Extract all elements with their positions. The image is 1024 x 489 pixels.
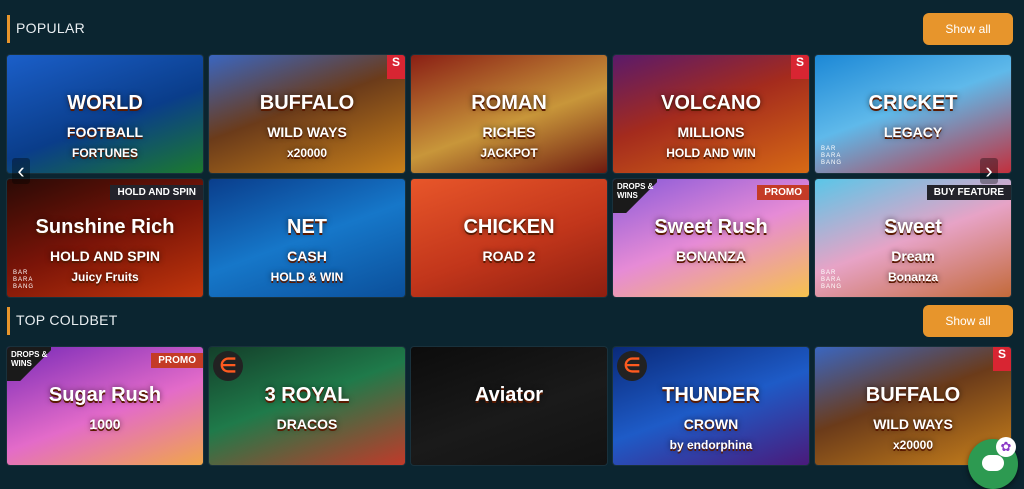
game-subtitle: FOOTBALL (66, 124, 144, 140)
drops-wins-badge: DROPS & WINS (613, 179, 657, 213)
carousel-prev-arrow[interactable]: ‹ (12, 158, 30, 184)
game-subtitle: CROWN (683, 416, 739, 432)
game-tile[interactable]: Sunshine Rich HOLD AND SPIN Juicy Fruits HO… (7, 179, 203, 297)
game-tile[interactable]: Sweet Dream Bonanza BUY FEATURE BAR BARA BAN… (815, 179, 1011, 297)
game-tagline: by endorphina (669, 438, 753, 452)
drops-wins-badge: DROPS & WINS (7, 347, 51, 381)
game-subtitle: LEGACY (883, 124, 943, 140)
game-tagline: HOLD & WIN (270, 270, 344, 284)
game-tagline: FORTUNES (72, 146, 138, 160)
game-title: CHICKEN (463, 216, 555, 238)
section-header: TOP COLDBET Show all (0, 305, 1024, 339)
provider-logo-icon: S (387, 55, 405, 79)
show-all-button[interactable]: Show all (923, 13, 1013, 45)
endorphina-logo-icon: ∈ (213, 351, 243, 381)
game-subtitle: MILLIONS (677, 124, 745, 140)
provider-brand-mark: BAR BARA BANG (13, 270, 35, 290)
game-tagline: HOLD AND WIN (666, 146, 756, 160)
section-title: POPULAR (16, 20, 86, 36)
game-ribbon-badge: BUY FEATURE (926, 185, 1011, 200)
game-subtitle: 1000 (89, 416, 121, 432)
provider-logo-icon: S (791, 55, 809, 79)
game-subtitle: Dream (891, 248, 935, 264)
game-title: VOLCANO (661, 92, 761, 114)
game-tagline: x20000 (286, 146, 328, 160)
game-ribbon-badge: PROMO (151, 353, 203, 368)
game-tile[interactable]: VOLCANO MILLIONS HOLD AND WIN S (613, 55, 809, 173)
game-title: Aviator (474, 384, 544, 406)
game-title: 3 ROYAL (264, 384, 350, 406)
game-subtitle: WILD WAYS (267, 124, 347, 140)
game-tile[interactable]: Aviator (411, 347, 607, 465)
endorphina-logo-icon: ∈ (617, 351, 647, 381)
game-tile[interactable]: THUNDER CROWN by endorphina ∈ (613, 347, 809, 465)
game-subtitle: DRACOS (276, 416, 338, 432)
game-subtitle: WILD WAYS (873, 416, 953, 432)
game-title: CRICKET (868, 92, 958, 114)
game-tile[interactable]: WORLD FOOTBALL FORTUNES (7, 55, 203, 173)
provider-brand-mark: BAR BARA BANG (821, 270, 843, 290)
game-tile[interactable]: CRICKET LEGACY BAR BARA BANG (815, 55, 1011, 173)
game-title: NET (287, 216, 327, 238)
game-grid: WORLD FOOTBALL FORTUNES BUFFALO WILD WAYS x20… (7, 55, 1017, 297)
game-subtitle: CASH (287, 248, 327, 264)
game-title: Sugar Rush (48, 384, 162, 406)
game-subtitle: ROAD 2 (482, 248, 536, 264)
brain-icon: ✿ (996, 437, 1016, 457)
game-tagline: JACKPOT (480, 146, 538, 160)
game-title: Sweet Rush (654, 216, 768, 238)
provider-logo-icon: S (993, 347, 1011, 371)
game-title: Sunshine Rich (35, 216, 175, 238)
game-tile[interactable]: 3 ROYAL DRACOS ∈ (209, 347, 405, 465)
game-ribbon-badge: PROMO (757, 185, 809, 200)
section-accent-bar (7, 307, 10, 335)
section-header: POPULAR Show all (0, 13, 1024, 47)
game-title: ROMAN (471, 92, 547, 114)
game-subtitle: HOLD AND SPIN (50, 248, 160, 264)
game-tile[interactable]: Sweet Rush BONANZA PROMO DROPS & WINS (613, 179, 809, 297)
game-tile[interactable]: NET CASH HOLD & WIN (209, 179, 405, 297)
game-grid: Sugar Rush 1000 PROMO DROPS & WINS 3 ROYAL DR… (7, 347, 1017, 487)
game-tile[interactable]: ROMAN RICHES JACKPOT (411, 55, 607, 173)
game-title: BUFFALO (865, 384, 961, 406)
provider-brand-mark: BAR BARA BANG (821, 146, 843, 166)
game-subtitle: BONANZA (676, 248, 746, 264)
carousel-next-arrow[interactable]: › (980, 158, 998, 184)
game-tile[interactable]: CHICKEN ROAD 2 (411, 179, 607, 297)
game-tile[interactable]: Sugar Rush 1000 PROMO DROPS & WINS (7, 347, 203, 465)
chat-bubble-icon (982, 455, 1004, 471)
chat-support-button[interactable]: ✿ (968, 437, 1018, 489)
game-title: BUFFALO (259, 92, 355, 114)
game-subtitle: RICHES (482, 124, 536, 140)
game-title: WORLD (67, 92, 143, 114)
game-tile[interactable]: BUFFALO WILD WAYS x20000 S (209, 55, 405, 173)
game-title: THUNDER (662, 384, 760, 406)
section-title: TOP COLDBET (16, 312, 118, 328)
game-title: Sweet (884, 216, 942, 238)
game-ribbon-badge: HOLD AND SPIN (110, 185, 203, 200)
show-all-button[interactable]: Show all (923, 305, 1013, 337)
section-accent-bar (7, 15, 10, 43)
